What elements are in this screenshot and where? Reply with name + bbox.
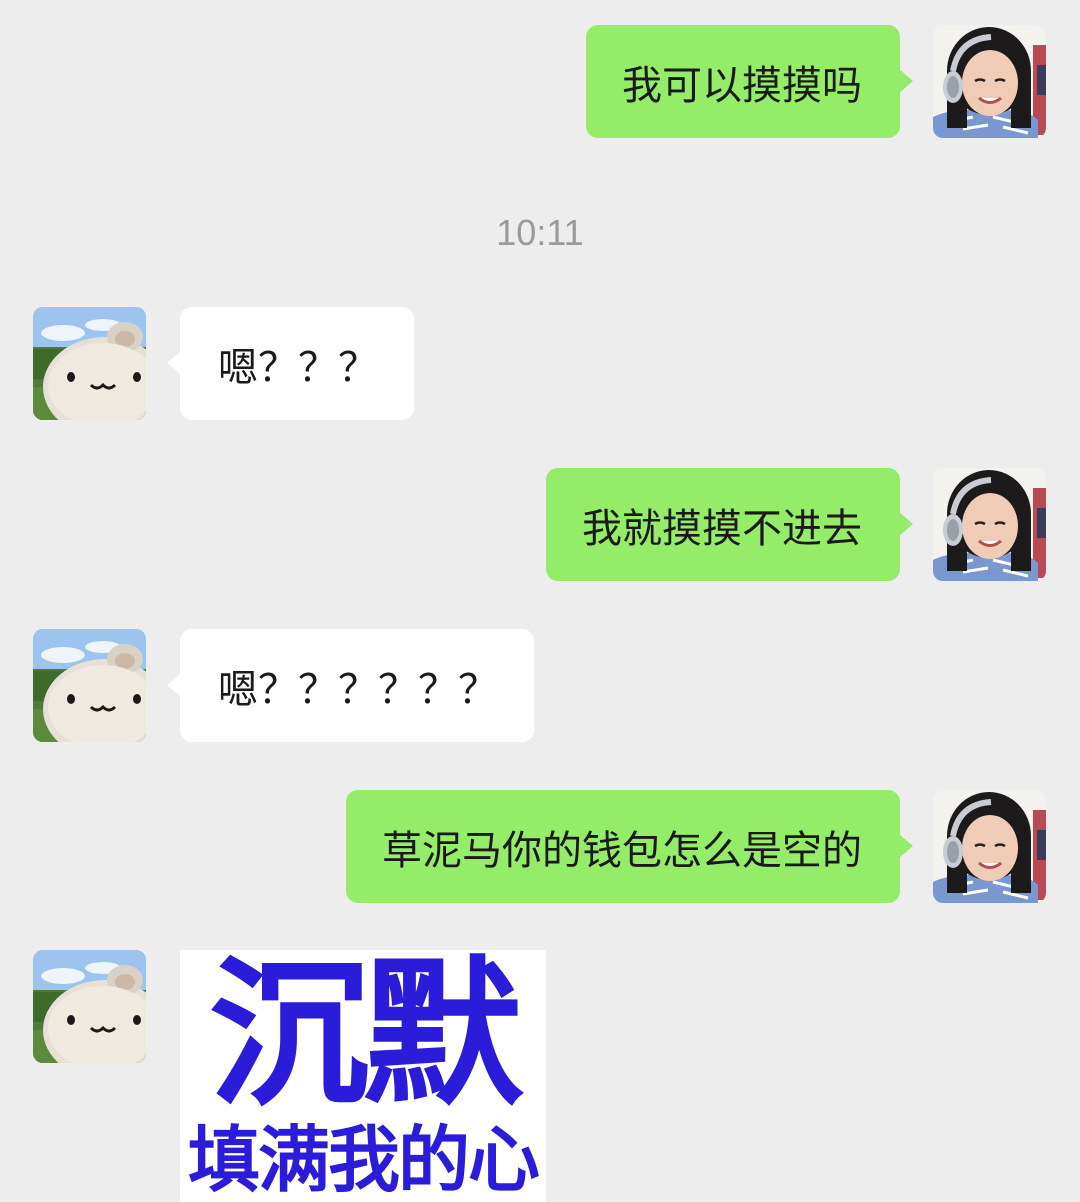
girl-avatar-icon (933, 790, 1046, 903)
sent-message-bubble[interactable]: 我就摸摸不进去 (546, 468, 913, 581)
creature-avatar-icon (33, 629, 146, 742)
received-message-bubble[interactable]: 嗯？？？ (167, 307, 414, 420)
girl-avatar-icon (933, 25, 1046, 138)
timestamp: 10:11 (496, 212, 584, 253)
message-text: 草泥马你的钱包怎么是空的 (382, 827, 862, 874)
sticker-line-2: 填满我的心 (187, 1118, 540, 1202)
contact-avatar[interactable] (33, 950, 146, 1063)
received-message-bubble[interactable]: 嗯？？？？？？ (167, 629, 534, 742)
creature-avatar-icon (33, 950, 146, 1063)
contact-avatar[interactable] (33, 307, 146, 420)
self-avatar[interactable] (933, 25, 1046, 138)
contact-avatar[interactable] (33, 629, 146, 742)
sent-message-bubble[interactable]: 我可以摸摸吗 (586, 25, 913, 138)
message-text: 我就摸摸不进去 (582, 505, 862, 552)
girl-avatar-icon (933, 468, 1046, 581)
self-avatar[interactable] (933, 468, 1046, 581)
sticker-line-1: 沉默 (208, 950, 523, 1128)
creature-avatar-icon (33, 307, 146, 420)
sticker-image[interactable]: 沉默 填满我的心 (180, 950, 546, 1202)
message-text: 我可以摸摸吗 (622, 62, 862, 109)
self-avatar[interactable] (933, 790, 1046, 903)
message-text: 嗯？？？？？？ (218, 666, 498, 713)
message-text: 嗯？？？ (218, 344, 378, 391)
sent-message-bubble[interactable]: 草泥马你的钱包怎么是空的 (346, 790, 913, 903)
